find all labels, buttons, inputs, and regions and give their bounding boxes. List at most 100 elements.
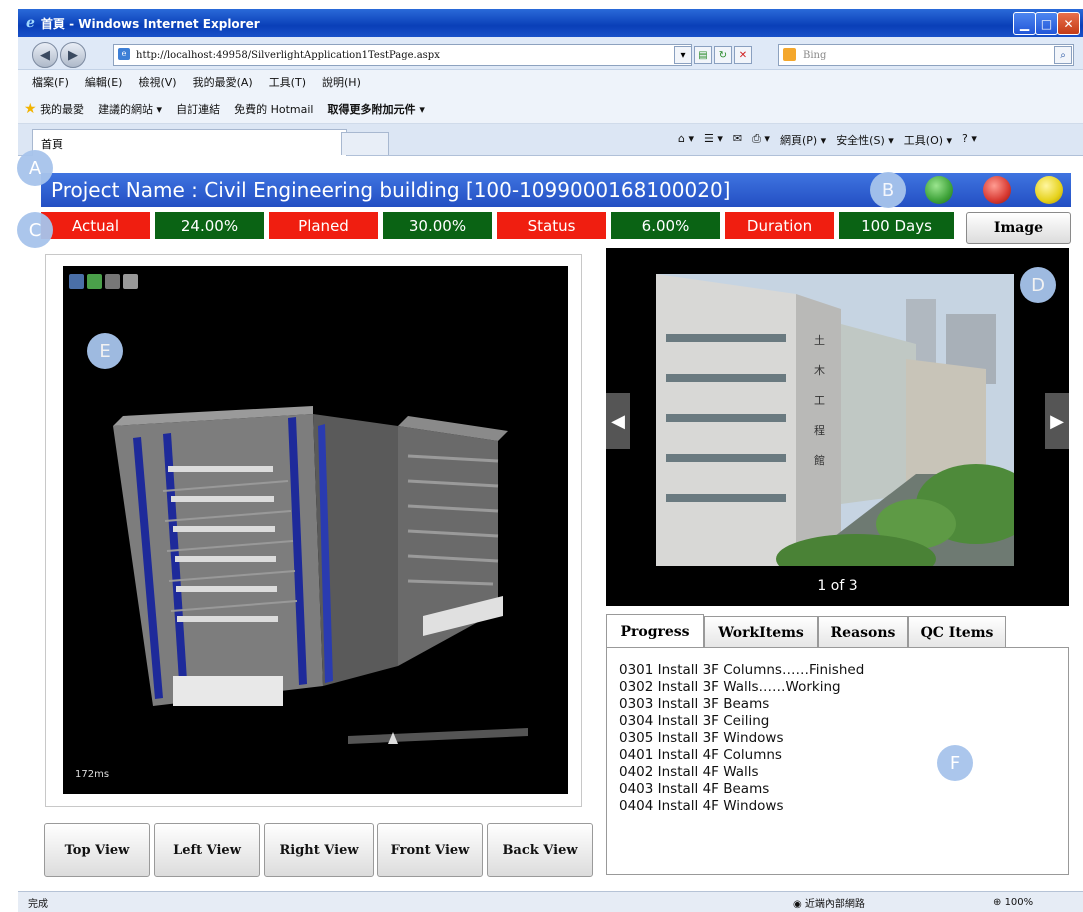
model-viewer[interactable]: 172ms <box>63 266 568 794</box>
project-title-bar: Project Name : Civil Engineering buildin… <box>41 173 1071 207</box>
print-icon[interactable]: ⎙ ▾ <box>752 132 770 148</box>
zoom-label: 100% <box>1004 896 1034 908</box>
next-photo-button[interactable]: ▶ <box>1045 393 1069 449</box>
list-item: 0304 Install 3F Ceiling <box>619 713 770 729</box>
chevron-right-icon: ▶ <box>1050 410 1064 432</box>
info-tabs: Progress WorkItems Reasons QC Items <box>606 614 1069 650</box>
sign-char: 工 <box>814 394 825 407</box>
safety-menu[interactable]: 安全性(S) ▾ <box>836 132 894 148</box>
actual-label: Actual <box>41 212 150 239</box>
menu-item-file[interactable]: 檔案(F) <box>32 74 69 90</box>
list-item: 0401 Install 4F Columns <box>619 747 782 763</box>
stop-icon[interactable]: ✕ <box>734 46 752 64</box>
status-value: 6.00% <box>611 212 720 239</box>
address-bar[interactable]: e http://localhost:49958/SilverlightAppl… <box>113 44 692 66</box>
previous-photo-button[interactable]: ◀ <box>606 393 630 449</box>
menu-item-help[interactable]: 說明(H) <box>322 74 361 90</box>
compatibility-icon[interactable]: ▤ <box>694 46 712 64</box>
home-icon[interactable]: ⌂ ▾ <box>678 132 694 148</box>
planed-label: Planed <box>269 212 378 239</box>
list-item: 0303 Install 3F Beams <box>619 696 770 712</box>
window-left-margin <box>0 9 18 912</box>
tab-qc-items[interactable]: QC Items <box>908 616 1006 650</box>
address-row: ◀ ▶ e http://localhost:49958/Silverlight… <box>18 37 1083 70</box>
menu-bar: 檔案(F) 編輯(E) 檢視(V) 我的最愛(A) 工具(T) 說明(H) <box>18 70 1083 94</box>
marker-b: B <box>870 172 906 208</box>
sign-char: 館 <box>814 453 825 467</box>
zoom-level[interactable]: ⊕ 100% <box>993 897 1033 908</box>
magnifier-icon: ⊕ <box>993 896 1005 908</box>
duration-value: 100 Days <box>839 212 954 239</box>
favorites-label: 我的最愛 <box>40 102 85 116</box>
back-button[interactable]: ◀ <box>32 42 58 68</box>
marker-c: C <box>17 212 53 248</box>
addons-link[interactable]: 取得更多附加元件 ▾ <box>327 101 424 117</box>
right-view-button[interactable]: Right View <box>264 823 374 877</box>
tab-progress[interactable]: Progress <box>606 614 704 649</box>
new-tab-button[interactable] <box>341 132 389 155</box>
star-icon: ★ <box>24 100 37 117</box>
search-icon[interactable]: ⌕ <box>1054 46 1072 64</box>
forward-button[interactable]: ▶ <box>60 42 86 68</box>
photo-counter: 1 of 3 <box>817 578 858 594</box>
front-view-button[interactable]: Front View <box>377 823 483 877</box>
browser-tab[interactable]: 首頁 <box>32 129 347 157</box>
menu-item-tools[interactable]: 工具(T) <box>269 74 306 90</box>
tools-menu[interactable]: 工具(O) ▾ <box>904 132 952 148</box>
address-url: http://localhost:49958/SilverlightApplic… <box>136 49 440 61</box>
green-status-light <box>925 176 953 204</box>
window-title: 首頁 - Windows Internet Explorer <box>40 16 260 31</box>
suggested-sites-link[interactable]: 建議的網站 ▾ <box>98 101 162 117</box>
search-input[interactable]: Bing <box>778 44 1074 66</box>
list-item: 0302 Install 3F Walls……Working <box>619 679 841 695</box>
window-titlebar[interactable]: ℯ 首頁 - Windows Internet Explorer ▁ □ ✕ <box>18 9 1083 37</box>
minimize-button[interactable]: ▁ <box>1013 12 1036 35</box>
browser-tab-title: 首頁 <box>41 137 63 151</box>
sign-char: 土 <box>814 334 825 347</box>
page-menu[interactable]: 網頁(P) ▾ <box>780 132 826 148</box>
refresh-icon[interactable]: ↻ <box>714 46 732 64</box>
render-time: 172ms <box>75 769 110 780</box>
list-item: 0403 Install 4F Beams <box>619 781 770 797</box>
image-button[interactable]: Image <box>966 212 1071 244</box>
help-icon[interactable]: ? ▾ <box>962 132 977 148</box>
progress-panel: 0301 Install 3F Columns……Finished 0302 I… <box>606 647 1069 875</box>
red-status-light <box>983 176 1011 204</box>
favorites-bar: ★ 我的最愛 建議的網站 ▾ 自訂連結 免費的 Hotmail 取得更多附加元件… <box>18 94 1083 124</box>
yellow-status-light <box>1035 176 1063 204</box>
menu-item-view[interactable]: 檢視(V) <box>138 74 176 90</box>
actual-value: 24.00% <box>155 212 264 239</box>
marker-f: F <box>937 745 973 781</box>
building-photo-image: 土 木 工 程 館 <box>656 274 1014 566</box>
list-item: 0305 Install 3F Windows <box>619 730 784 746</box>
sign-char: 程 <box>814 424 825 437</box>
tab-workitems[interactable]: WorkItems <box>704 616 818 650</box>
list-item: 0404 Install 4F Windows <box>619 798 784 814</box>
project-title: Project Name : Civil Engineering buildin… <box>51 178 731 202</box>
marker-e: E <box>87 333 123 369</box>
zone-label: 近端內部網路 <box>804 898 865 910</box>
hotmail-link[interactable]: 免費的 Hotmail <box>234 101 313 117</box>
tab-reasons[interactable]: Reasons <box>818 616 908 650</box>
custom-links-link[interactable]: 自訂連結 <box>176 101 220 117</box>
back-view-button[interactable]: Back View <box>487 823 593 877</box>
favorites-button[interactable]: ★ 我的最愛 <box>24 101 84 117</box>
list-item: 0301 Install 3F Columns……Finished <box>619 662 865 678</box>
menu-item-edit[interactable]: 編輯(E) <box>85 74 123 90</box>
bing-icon <box>783 48 796 61</box>
feeds-icon[interactable]: ☰ ▾ <box>704 132 723 148</box>
list-item: 0402 Install 4F Walls <box>619 764 759 780</box>
command-bar: ⌂ ▾ ☰ ▾ ✉ ⎙ ▾ 網頁(P) ▾ 安全性(S) ▾ 工具(O) ▾ ?… <box>678 132 977 148</box>
security-zone: ◉ 近端內部網路 <box>793 895 865 910</box>
top-view-button[interactable]: Top View <box>44 823 150 877</box>
tab-row: 首頁 ⌂ ▾ ☰ ▾ ✉ ⎙ ▾ 網頁(P) ▾ 安全性(S) ▾ 工具(O) … <box>18 124 1083 157</box>
mail-icon[interactable]: ✉ <box>733 132 742 148</box>
menu-item-favorites[interactable]: 我的最愛(A) <box>193 74 253 90</box>
dropdown-icon[interactable]: ▾ <box>674 46 692 64</box>
sign-char: 木 <box>814 364 825 377</box>
left-view-button[interactable]: Left View <box>154 823 260 877</box>
page-icon: e <box>118 48 130 60</box>
building-model <box>113 406 528 744</box>
maximize-button[interactable]: □ <box>1035 12 1058 35</box>
close-button[interactable]: ✕ <box>1057 12 1080 35</box>
